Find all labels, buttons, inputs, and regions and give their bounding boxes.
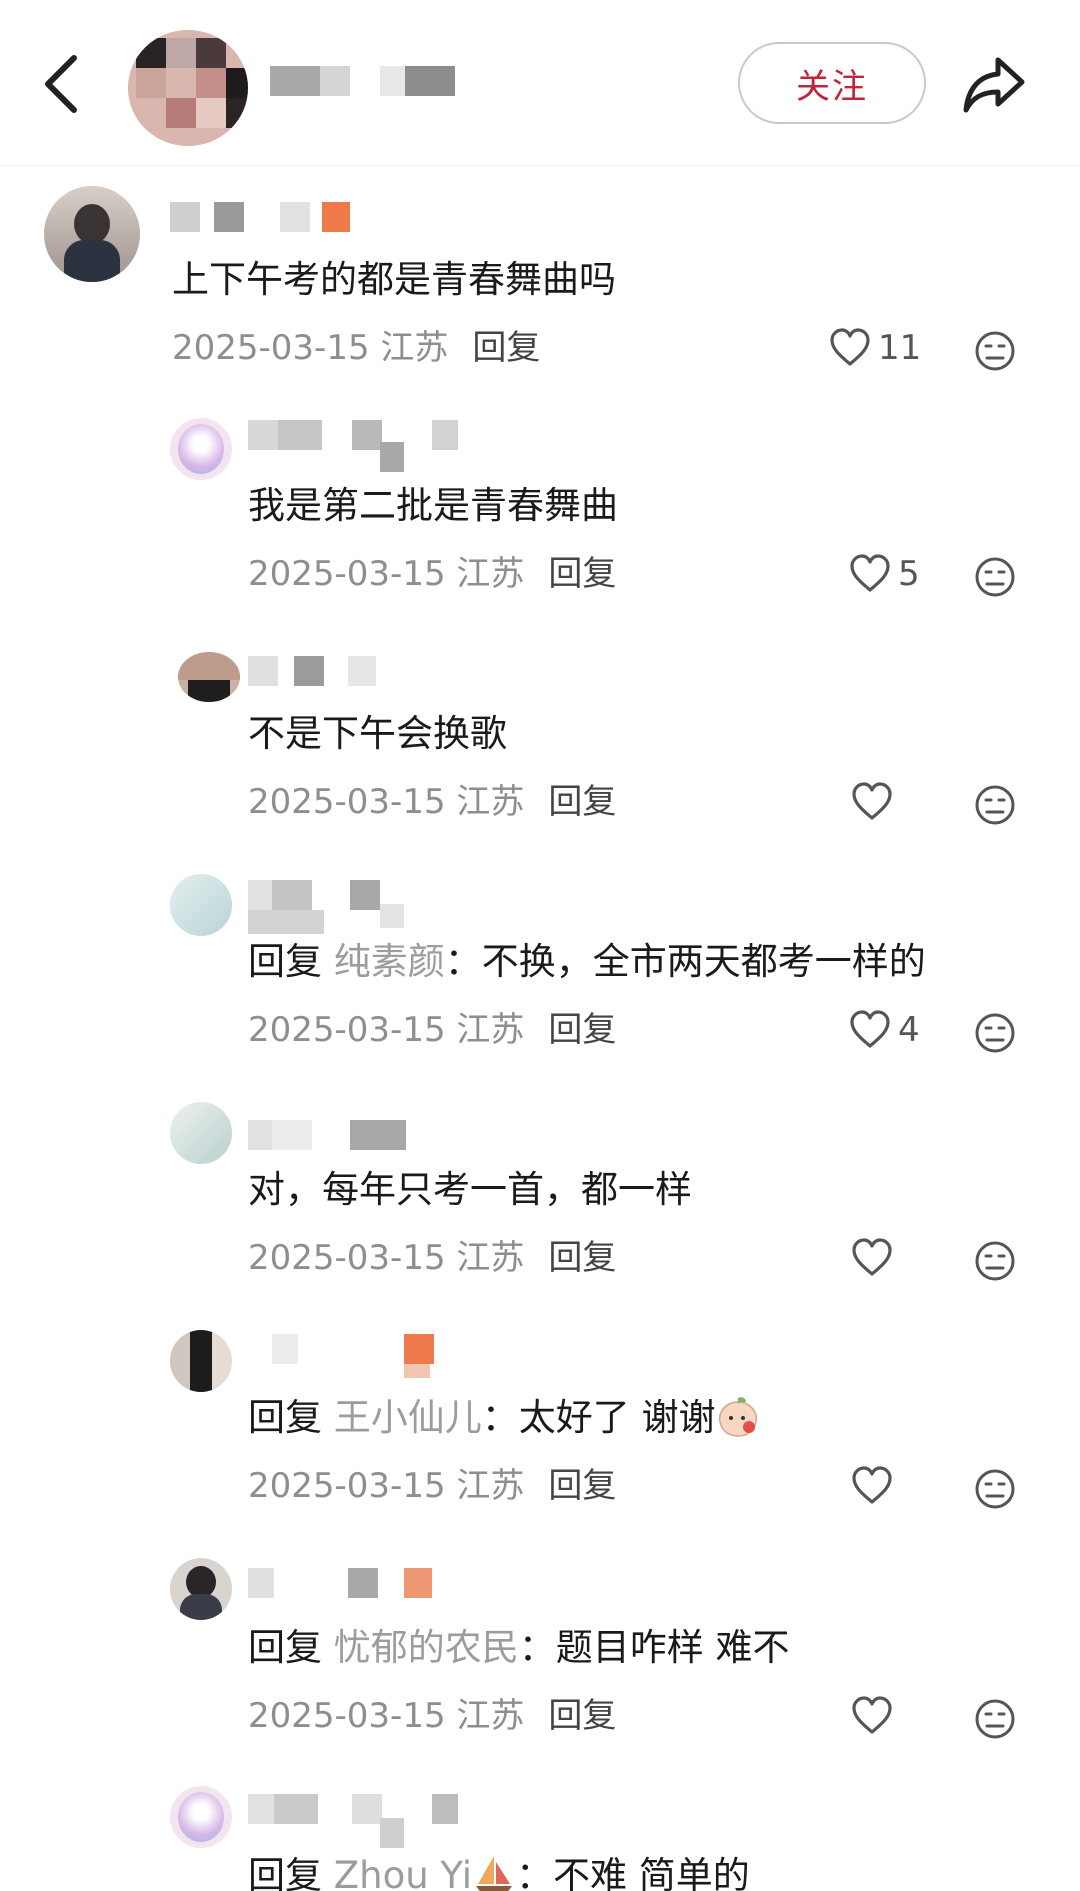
- commenter-name-blurred: [248, 1568, 448, 1602]
- reply-prefix: 回复: [248, 1396, 322, 1439]
- heart-outline-icon: [852, 1466, 892, 1504]
- heart-outline-icon: [850, 1010, 890, 1048]
- meh-face-icon[interactable]: [974, 330, 1016, 372]
- commenter-name-blurred: [248, 1334, 448, 1378]
- like-button[interactable]: 11: [828, 326, 921, 370]
- reply-body: ：太好了 谢谢: [481, 1396, 716, 1439]
- comment-meta: 2025-03-15 江苏 回复: [248, 1236, 616, 1280]
- heart-outline-icon: [852, 1696, 892, 1734]
- like-count: 4: [898, 1010, 920, 1050]
- commenter-name-blurred: [248, 656, 388, 690]
- peach-emoji-icon: [718, 1397, 757, 1437]
- commenter-avatar[interactable]: [170, 1102, 232, 1164]
- commenter-name-blurred: [248, 1120, 448, 1154]
- reply-button[interactable]: 回复: [548, 554, 616, 594]
- like-count: 11: [878, 328, 922, 368]
- reply-body: ：题目咋样 难不: [518, 1626, 790, 1669]
- comment-date: 2025-03-15 江苏: [248, 554, 525, 594]
- heart-outline-icon: [852, 1238, 892, 1276]
- mention-link[interactable]: 纯素颜: [334, 940, 445, 983]
- heart-outline-icon: [830, 328, 870, 366]
- meh-face-icon[interactable]: [974, 1698, 1016, 1740]
- meh-face-icon[interactable]: [974, 1012, 1016, 1054]
- commenter-name-blurred: [248, 420, 468, 472]
- commenter-avatar[interactable]: [170, 1330, 232, 1392]
- comment-date: 2025-03-15 江苏: [248, 1010, 525, 1050]
- comment-text: 不是下午会换歌: [248, 712, 507, 755]
- commenter-avatar[interactable]: [170, 1786, 232, 1848]
- commenter-avatar[interactable]: [178, 652, 240, 702]
- reply-button[interactable]: 回复: [472, 328, 540, 368]
- reply-prefix: 回复: [248, 1626, 322, 1669]
- reply-prefix: 回复: [248, 1854, 322, 1891]
- commenter-name-blurred: [248, 880, 448, 934]
- comment-meta: 2025-03-15 江苏 回复: [248, 1464, 616, 1508]
- comment-text: 回复 王小仙儿：太好了 谢谢: [248, 1394, 760, 1442]
- comment-text: 我是第二批是青春舞曲: [248, 484, 618, 527]
- comment-date: 2025-03-15 江苏: [248, 1466, 525, 1506]
- comment-meta: 2025-03-15 江苏 回复: [172, 326, 540, 370]
- like-button[interactable]: [850, 1694, 894, 1738]
- share-icon[interactable]: [960, 54, 1028, 114]
- like-button[interactable]: 5: [848, 552, 920, 596]
- comment-text: 对，每年只考一首，都一样: [248, 1168, 692, 1211]
- comment-meta: 2025-03-15 江苏 回复: [248, 1008, 616, 1052]
- commenter-avatar[interactable]: [170, 874, 232, 936]
- reply-body: ：不换，全市两天都考一样的: [444, 940, 926, 983]
- comment-text: 上下午考的都是青春舞曲吗: [172, 258, 616, 301]
- like-button[interactable]: [850, 1236, 894, 1280]
- commenter-avatar[interactable]: [170, 1558, 232, 1620]
- commenter-avatar[interactable]: [44, 186, 140, 282]
- comment-date: 2025-03-15 江苏: [172, 328, 449, 368]
- meh-face-icon[interactable]: [974, 1468, 1016, 1510]
- reply-button[interactable]: 回复: [548, 1010, 616, 1050]
- author-avatar[interactable]: [128, 30, 248, 146]
- meh-face-icon[interactable]: [974, 784, 1016, 826]
- reply-button[interactable]: 回复: [548, 1696, 616, 1736]
- like-button[interactable]: [850, 780, 894, 824]
- meh-face-icon[interactable]: [974, 556, 1016, 598]
- mention-link[interactable]: Zhou Yi: [334, 1854, 472, 1891]
- heart-outline-icon: [852, 782, 892, 820]
- comment-meta: 2025-03-15 江苏 回复: [248, 780, 616, 824]
- reply-button[interactable]: 回复: [548, 782, 616, 822]
- commenter-name-blurred: [248, 1794, 468, 1848]
- back-chevron-icon[interactable]: [40, 52, 84, 116]
- reply-button[interactable]: 回复: [548, 1238, 616, 1278]
- top-bar: 关注: [0, 0, 1080, 166]
- comment-text: 回复 纯素颜：不换，全市两天都考一样的: [248, 938, 926, 986]
- reply-button[interactable]: 回复: [548, 1466, 616, 1506]
- reply-body: ：不难 简单的: [515, 1854, 750, 1891]
- comment-meta: 2025-03-15 江苏 回复: [248, 552, 616, 596]
- like-button[interactable]: [850, 1464, 894, 1508]
- author-name-blurred: [270, 66, 470, 96]
- reply-prefix: 回复: [248, 940, 322, 983]
- sailboat-emoji-icon: [475, 1856, 512, 1891]
- meh-face-icon[interactable]: [974, 1240, 1016, 1282]
- like-count: 5: [898, 554, 920, 594]
- comment-date: 2025-03-15 江苏: [248, 1238, 525, 1278]
- commenter-avatar[interactable]: [170, 418, 232, 480]
- commenter-name-blurred: [170, 202, 370, 236]
- comment-text: 回复 忧郁的农民：题目咋样 难不: [248, 1624, 790, 1672]
- heart-outline-icon: [850, 554, 890, 592]
- comment-date: 2025-03-15 江苏: [248, 1696, 525, 1736]
- mention-link[interactable]: 王小仙儿: [334, 1396, 482, 1439]
- comment-date: 2025-03-15 江苏: [248, 782, 525, 822]
- mention-link[interactable]: 忧郁的农民: [334, 1626, 519, 1669]
- comment-text: 回复 Zhou Yi ：不难 简单的: [248, 1852, 750, 1891]
- follow-button[interactable]: 关注: [738, 42, 926, 124]
- comment-meta: 2025-03-15 江苏 回复: [248, 1694, 616, 1738]
- like-button[interactable]: 4: [848, 1008, 920, 1052]
